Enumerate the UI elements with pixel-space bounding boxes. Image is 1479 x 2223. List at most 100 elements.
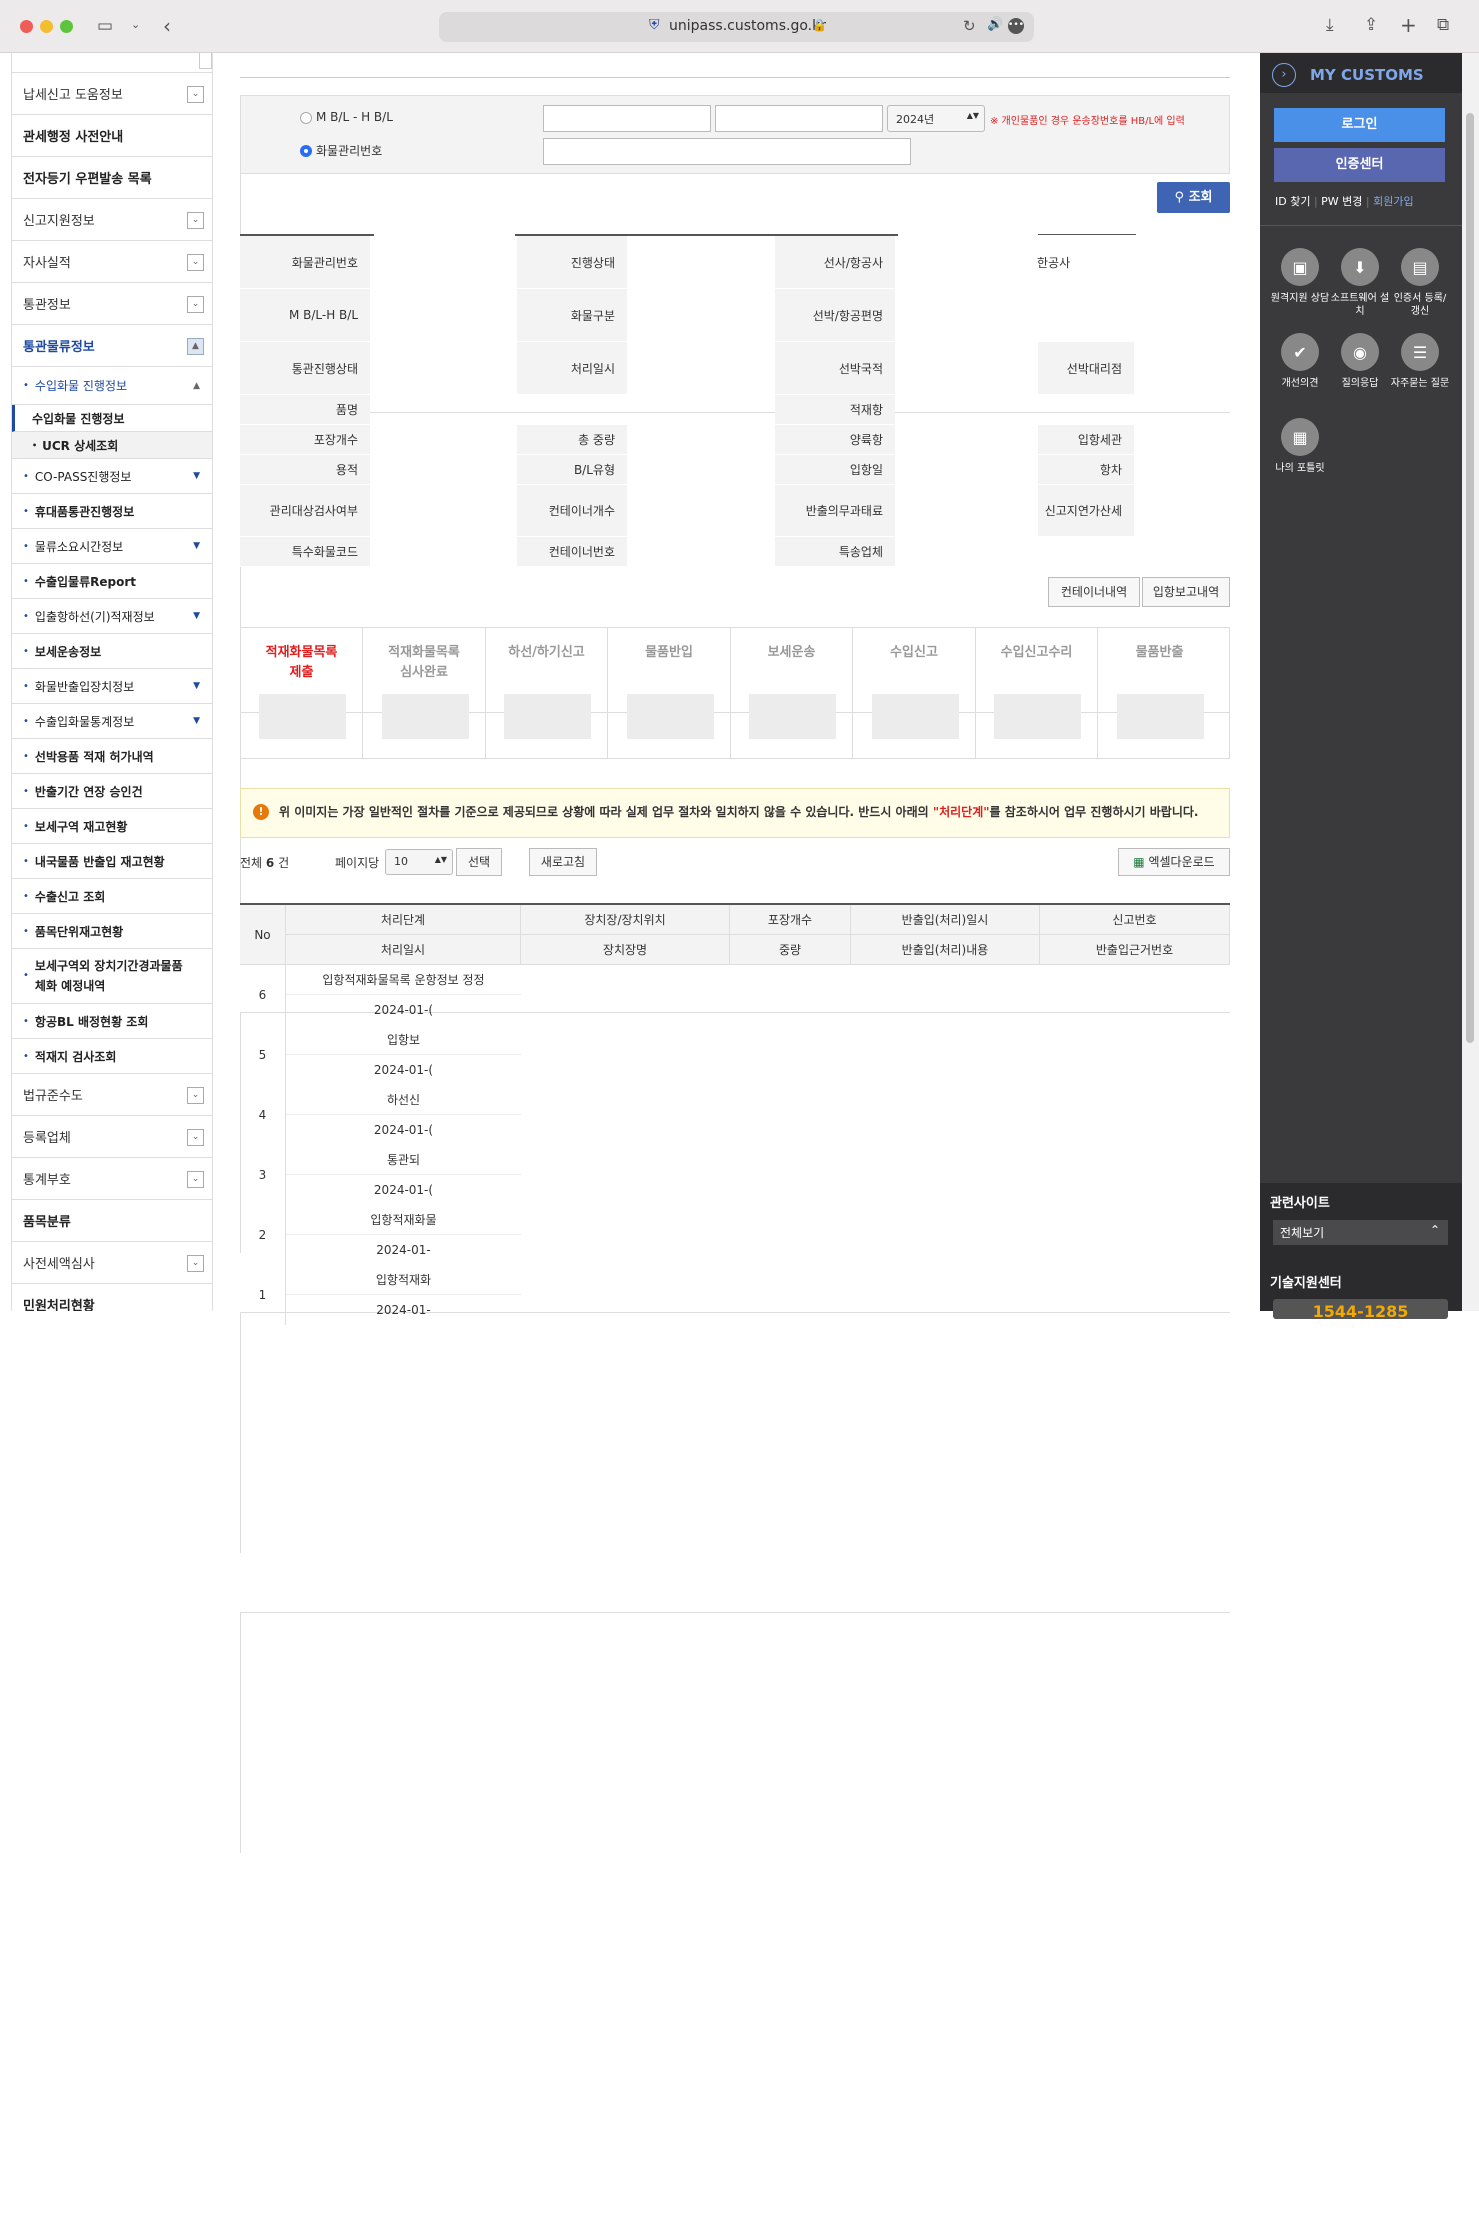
top-item[interactable]: 전자등기 우편발송 목록 xyxy=(12,157,212,199)
submenu-item[interactable]: • 수출입화물통계정보 ▼ xyxy=(12,704,212,739)
expand-icon[interactable]: ⌄ xyxy=(187,296,204,313)
chevron-down-icon[interactable]: ⌄ xyxy=(131,18,140,31)
radio-cargo-no[interactable] xyxy=(300,145,312,157)
change-pw-link[interactable]: PW 변경 xyxy=(1321,195,1362,208)
refresh-button[interactable]: 새로고침 xyxy=(529,848,597,876)
mbl-input[interactable] xyxy=(543,105,711,132)
quick-menu-item[interactable]: ✔ 개선의견 xyxy=(1270,333,1330,390)
process-step[interactable]: 적재화물목록제출 xyxy=(241,628,363,758)
submenu-item[interactable]: • 품목단위재고현황 xyxy=(12,914,212,949)
scrollbar-thumb[interactable] xyxy=(1466,113,1474,1043)
hbl-input[interactable] xyxy=(715,105,883,132)
bottom-item[interactable]: 등록업체 ⌄ xyxy=(12,1116,212,1158)
submenu-item[interactable]: • 보세구역 재고현황 xyxy=(12,809,212,844)
bottom-item[interactable]: 통계부호 ⌄ xyxy=(12,1158,212,1200)
bottom-item[interactable]: 품목분류 xyxy=(12,1200,212,1242)
download-icon[interactable]: ⤓ xyxy=(1326,15,1334,35)
process-step[interactable]: 수입신고수리 xyxy=(976,628,1098,758)
expand-icon[interactable]: ⌄ xyxy=(187,86,204,103)
top-item[interactable]: 관세행정 사전안내 xyxy=(12,115,212,157)
cert-center-button[interactable]: 인증센터 xyxy=(1274,148,1445,182)
submenu-item[interactable]: • CO-PASS진행정보 ▼ xyxy=(12,459,212,494)
arrival-report-button[interactable]: 입항보고내역 xyxy=(1142,577,1230,607)
my-customs-title: MY CUSTOMS xyxy=(1310,66,1424,84)
expand-icon[interactable]: ⌄ xyxy=(187,1087,204,1104)
address-bar[interactable]: ⛨ unipass.customs.go.kr 🔒 ↻ 🔊 ••• xyxy=(439,12,1034,42)
table-header: 처리단계 xyxy=(286,905,521,935)
submenu-item[interactable]: • 휴대품통관진행정보 xyxy=(12,494,212,529)
quick-menu-item[interactable]: ▤ 인증서 등록/갱신 xyxy=(1390,248,1450,318)
submenu-item-tall[interactable]: • 보세구역외 장치기간경과물품 체화 예정내역 xyxy=(12,949,212,1004)
login-button[interactable]: 로그인 xyxy=(1274,108,1445,142)
submenu-item[interactable]: • 입출항하선(기)적재정보 ▼ xyxy=(12,599,212,634)
expand-icon[interactable]: ⌄ xyxy=(187,254,204,271)
radio-mbl[interactable] xyxy=(300,112,312,124)
search-button[interactable]: ⚲ 조회 xyxy=(1157,182,1230,213)
expand-icon[interactable]: ⌄ xyxy=(187,1171,204,1188)
share-icon[interactable]: ⇪ xyxy=(1364,15,1378,35)
close-window-button[interactable] xyxy=(20,20,33,33)
submenu-item[interactable]: • 적재지 검사조회 xyxy=(12,1039,212,1074)
submenu-item-active[interactable]: • 수입화물 진행정보 ▲ xyxy=(12,367,212,405)
submenu-item[interactable]: • 화물반출입장치정보 ▼ xyxy=(12,669,212,704)
submenu-item[interactable]: • 선박용품 적재 허가내역 xyxy=(12,739,212,774)
process-step[interactable]: 물품반출 xyxy=(1099,628,1221,758)
container-list-button[interactable]: 컨테이너내역 xyxy=(1048,577,1140,607)
audio-icon[interactable]: 🔊 xyxy=(987,17,1003,32)
main-content: M B/L - H B/L 화물관리번호 2024년 ▲▼ ※ 개인물품인 경우 … xyxy=(240,53,1230,2223)
submenu-item[interactable]: • 수출입물류Report xyxy=(12,564,212,599)
per-page-select[interactable]: 10 ▲▼ xyxy=(385,849,453,875)
expand-icon[interactable]: ⌄ xyxy=(187,1255,204,1272)
join-link[interactable]: 회원가입 xyxy=(1373,195,1413,208)
process-step[interactable]: 물품반입 xyxy=(609,628,731,758)
right-panel: › MY CUSTOMS 로그인 인증센터 ID 찾기 | PW 변경 | 회원… xyxy=(1260,53,1462,1321)
quick-menu-item[interactable]: ◉ 질의응답 xyxy=(1330,333,1390,390)
expand-icon[interactable]: ⌄ xyxy=(187,1129,204,1146)
process-step[interactable]: 하선/하기신고 xyxy=(486,628,608,758)
new-tab-icon[interactable]: + xyxy=(1400,13,1417,37)
top-item[interactable]: 신고지원정보 ⌄ xyxy=(12,199,212,241)
info-label: 총 중량 xyxy=(517,425,627,455)
year-select[interactable]: 2024년 ▲▼ xyxy=(887,105,985,132)
sidebar-toggle-icon[interactable]: ▭ xyxy=(97,16,113,36)
submenu-item[interactable]: • 물류소요시간정보 ▼ xyxy=(12,529,212,564)
top-item[interactable]: 자사실적 ⌄ xyxy=(12,241,212,283)
quick-menu-item[interactable]: ☰ 자주묻는 질문 xyxy=(1390,333,1450,390)
bottom-item[interactable]: 민원처리현황 xyxy=(12,1284,212,1311)
select-button[interactable]: 선택 xyxy=(456,848,502,876)
more-icon[interactable]: ••• xyxy=(1008,18,1024,34)
top-item[interactable]: 납세신고 도움정보 ⌄ xyxy=(12,73,212,115)
submenu-item[interactable]: • 수출신고 조회 xyxy=(12,879,212,914)
process-step[interactable]: 적재화물목록 심사완료 xyxy=(364,628,486,758)
subsub-item-current[interactable]: 수입화물 진행정보 xyxy=(12,405,212,432)
process-step[interactable]: 수입신고 xyxy=(854,628,976,758)
table-header: No xyxy=(240,905,286,965)
minimize-window-button[interactable] xyxy=(40,20,53,33)
find-id-link[interactable]: ID 찾기 xyxy=(1275,195,1310,208)
submenu-item[interactable]: • 보세운송정보 xyxy=(12,634,212,669)
menu-item-active[interactable]: 통관물류정보 ▲ xyxy=(12,325,212,367)
collapse-icon[interactable]: ▲ xyxy=(187,338,204,355)
top-item[interactable]: 통관정보 ⌄ xyxy=(12,283,212,325)
bottom-item[interactable]: 사전세액심사 ⌄ xyxy=(12,1242,212,1284)
tabs-overview-icon[interactable]: ⧉ xyxy=(1437,15,1449,35)
process-step[interactable]: 보세운송 xyxy=(731,628,853,758)
subsub-item-ucr[interactable]: • UCR 상세조회 xyxy=(12,432,212,459)
page-scrollbar[interactable] xyxy=(1462,53,1479,1311)
quick-menu-item[interactable]: ▦ 나의 포틀릿 xyxy=(1270,418,1330,475)
submenu-item[interactable]: • 항공BL 배정현황 조회 xyxy=(12,1004,212,1039)
related-select[interactable]: 전체보기 ⌃ xyxy=(1273,1220,1448,1245)
quick-menu-item[interactable]: ⬇ 소프트웨어 설치 xyxy=(1330,248,1390,318)
reload-icon[interactable]: ↻ xyxy=(963,17,976,35)
zoom-window-button[interactable] xyxy=(60,20,73,33)
cargo-number-input[interactable] xyxy=(543,138,911,165)
quick-menu-item[interactable]: ▣ 원격지원 상담 xyxy=(1270,248,1330,305)
submenu-item[interactable]: • 반출기간 연장 승인건 xyxy=(12,774,212,809)
bottom-item[interactable]: 법규준수도 ⌄ xyxy=(12,1074,212,1116)
back-icon[interactable]: ‹ xyxy=(163,14,171,38)
expand-icon[interactable]: ⌄ xyxy=(187,212,204,229)
submenu-item[interactable]: • 내국물품 반출입 재고현황 xyxy=(12,844,212,879)
excel-download-button[interactable]: ▦ 엑셀다운로드 xyxy=(1118,848,1230,876)
related-title: 관련사이트 xyxy=(1270,1196,1330,1211)
chevron-right-icon[interactable]: › xyxy=(1272,63,1296,87)
